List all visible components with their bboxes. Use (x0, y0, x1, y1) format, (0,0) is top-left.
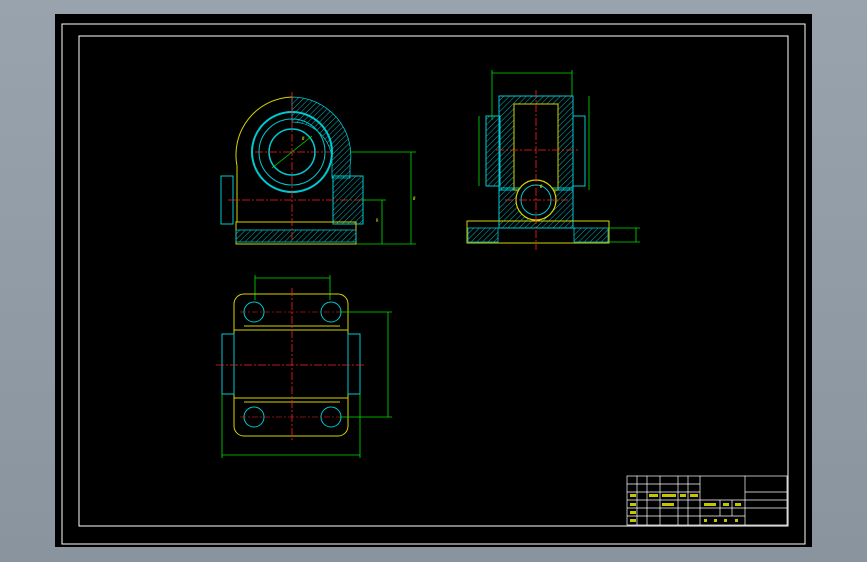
drawing-sheet (55, 14, 812, 547)
side-view-base-right-hatch (573, 227, 609, 243)
side-view-base-left-hatch (467, 227, 499, 243)
front-view-base-hatch (235, 229, 357, 243)
side-view-left-flange (485, 115, 501, 187)
cad-drawing-canvas: Ø Ø R Ø (55, 14, 812, 547)
